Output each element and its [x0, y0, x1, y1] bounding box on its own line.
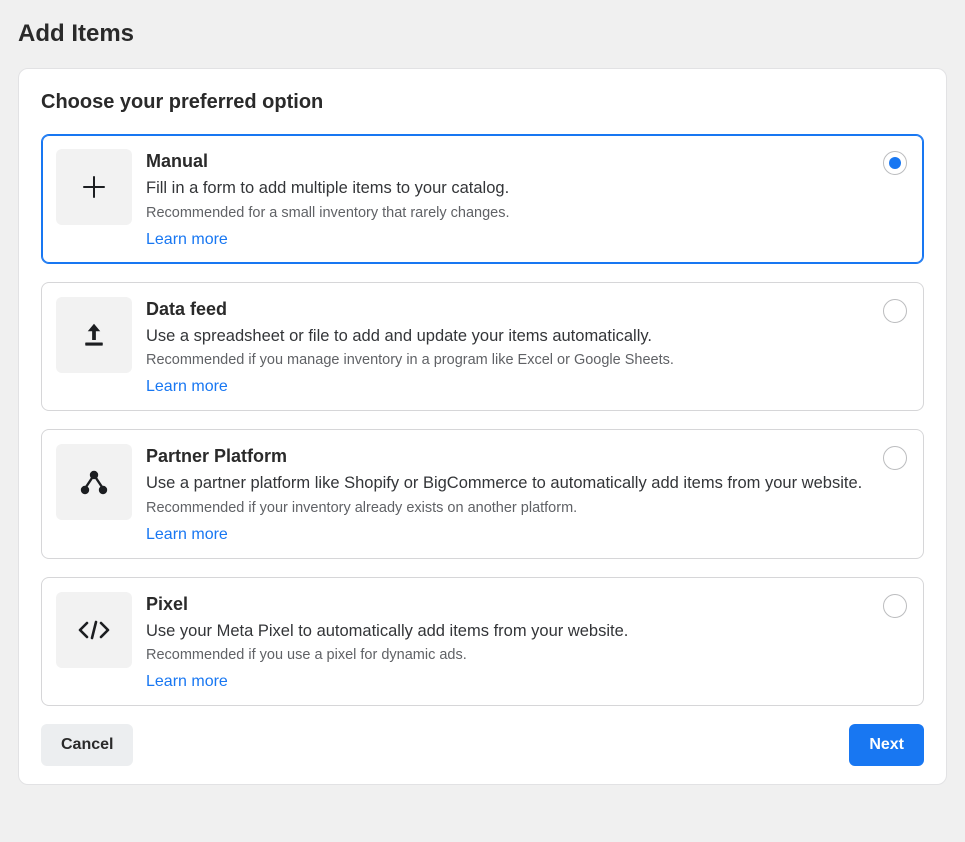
option-recommendation: Recommended if you use a pixel for dynam…: [146, 645, 869, 667]
option-description: Fill in a form to add multiple items to …: [146, 176, 869, 201]
option-title: Manual: [146, 151, 869, 172]
option-datafeed[interactable]: Data feed Use a spreadsheet or file to a…: [41, 282, 924, 412]
option-description: Use a partner platform like Shopify or B…: [146, 471, 869, 496]
footer: Cancel Next: [41, 724, 924, 766]
card-heading: Choose your preferred option: [41, 91, 924, 114]
option-recommendation: Recommended if you manage inventory in a…: [146, 350, 869, 372]
learn-more-link[interactable]: Learn more: [146, 673, 228, 690]
options-card: Choose your preferred option Manual Fill…: [18, 68, 947, 785]
page-title: Add Items: [18, 20, 947, 48]
learn-more-link[interactable]: Learn more: [146, 231, 228, 248]
radio-partner[interactable]: [883, 446, 907, 470]
option-title: Data feed: [146, 299, 869, 320]
option-title: Pixel: [146, 594, 869, 615]
option-partner[interactable]: Partner Platform Use a partner platform …: [41, 429, 924, 559]
learn-more-link[interactable]: Learn more: [146, 378, 228, 395]
option-description: Use a spreadsheet or file to add and upd…: [146, 324, 869, 349]
option-description: Use your Meta Pixel to automatically add…: [146, 619, 869, 644]
plus-icon: [56, 149, 132, 225]
option-recommendation: Recommended if your inventory already ex…: [146, 498, 869, 520]
learn-more-link[interactable]: Learn more: [146, 526, 228, 543]
radio-pixel[interactable]: [883, 594, 907, 618]
code-icon: [56, 592, 132, 668]
next-button[interactable]: Next: [849, 724, 924, 766]
radio-manual[interactable]: [883, 151, 907, 175]
option-manual[interactable]: Manual Fill in a form to add multiple it…: [41, 134, 924, 264]
network-icon: [56, 444, 132, 520]
radio-datafeed[interactable]: [883, 299, 907, 323]
option-recommendation: Recommended for a small inventory that r…: [146, 203, 869, 225]
option-pixel[interactable]: Pixel Use your Meta Pixel to automatical…: [41, 577, 924, 707]
option-title: Partner Platform: [146, 446, 869, 467]
upload-icon: [56, 297, 132, 373]
cancel-button[interactable]: Cancel: [41, 724, 133, 766]
